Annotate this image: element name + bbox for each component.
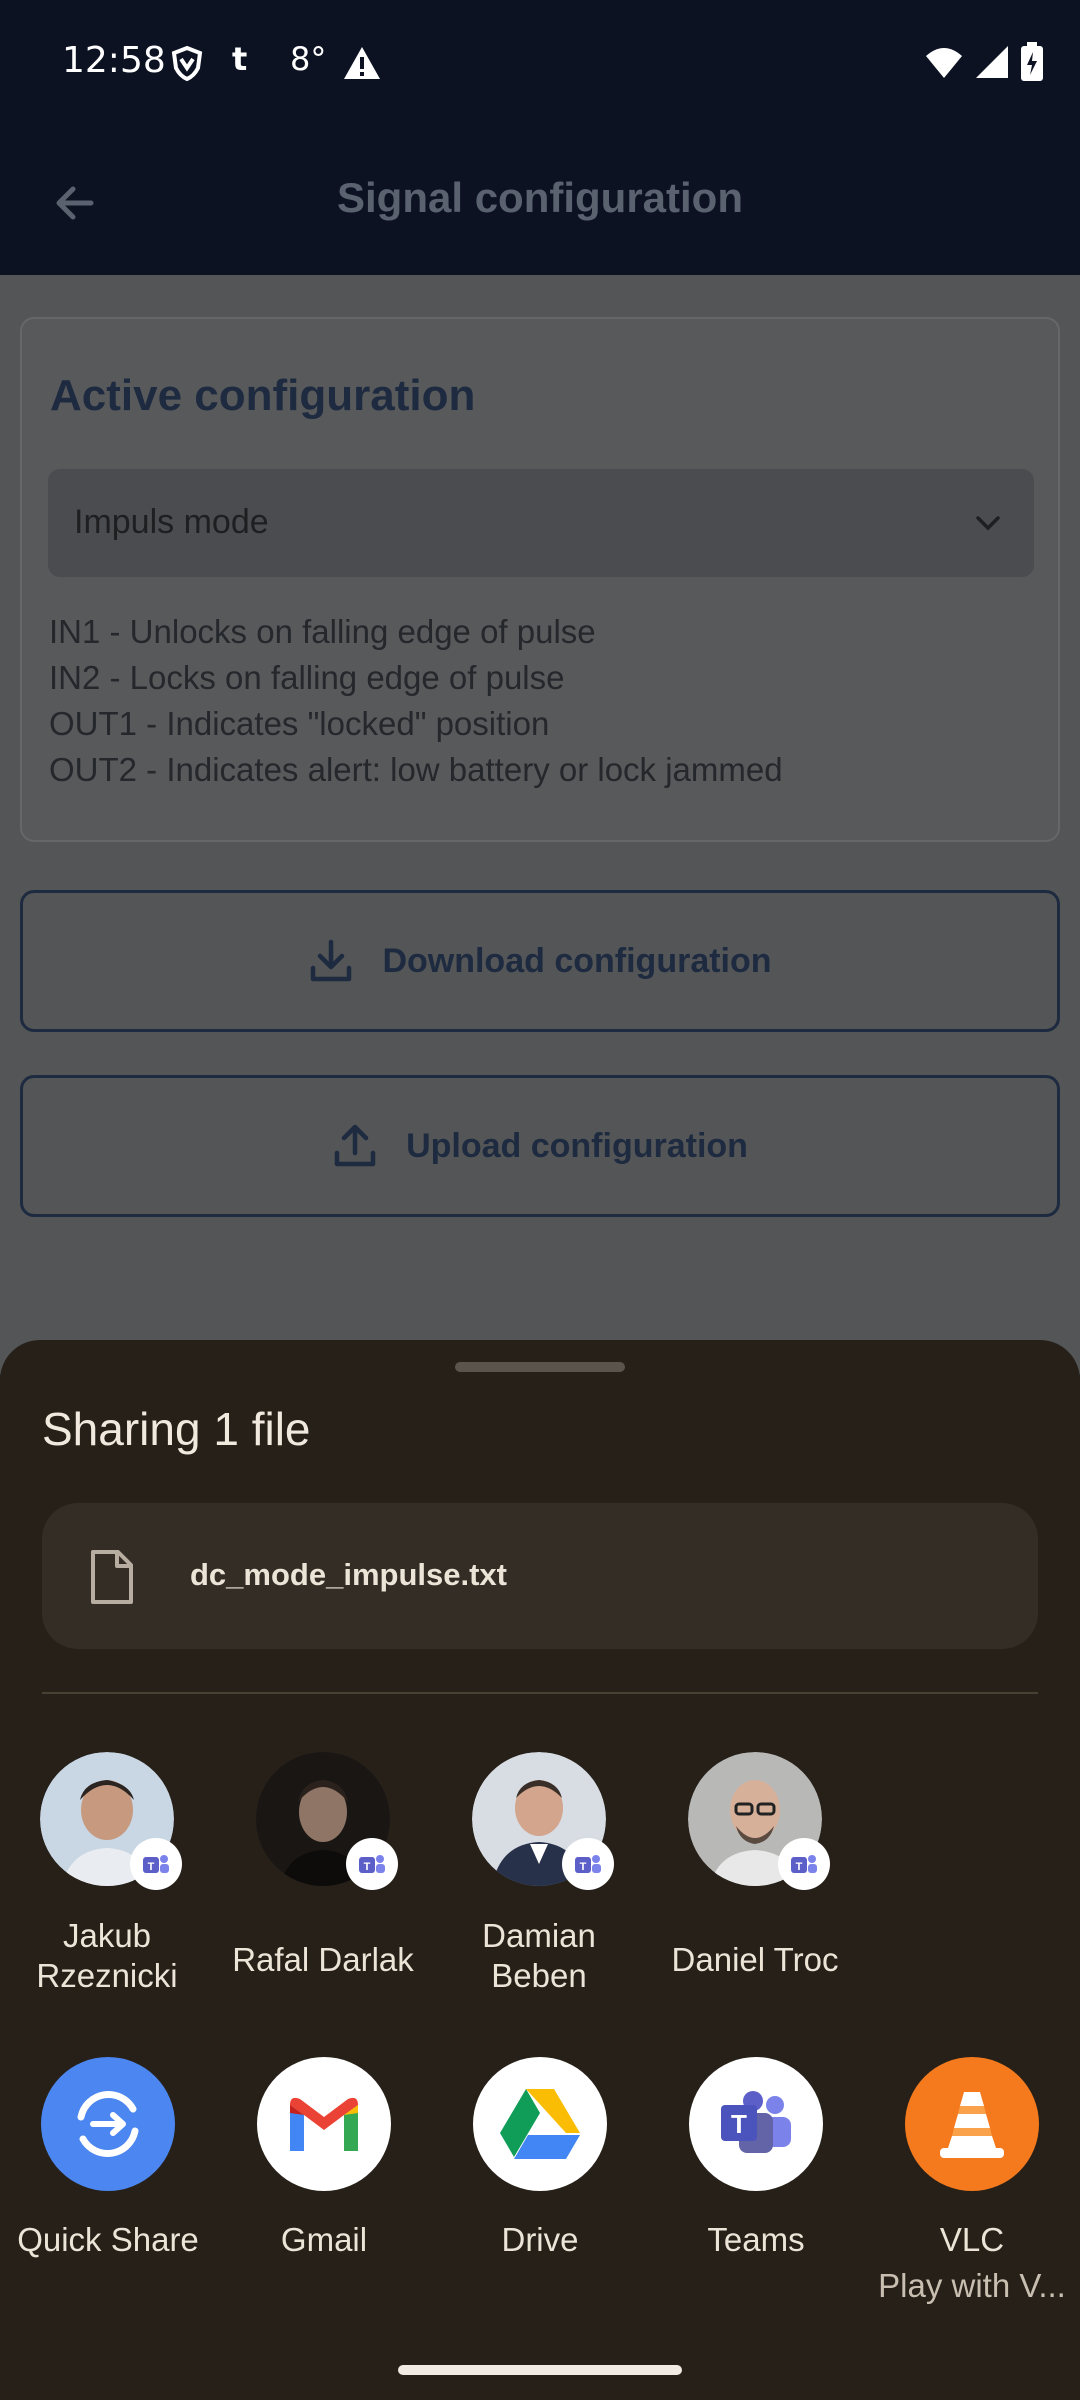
file-name: dc_mode_impulse.txt (190, 1557, 507, 1592)
description-line: OUT1 - Indicates "locked" position (49, 705, 550, 742)
sheet-drag-handle[interactable] (455, 1362, 625, 1372)
download-label: Download configuration (382, 941, 772, 980)
active-config-card: Active configuration Impuls mode IN1 - U… (20, 317, 1060, 842)
svg-text:T: T (796, 1861, 803, 1873)
app-label: Teams (707, 2221, 805, 2258)
teams-badge-icon: T (130, 1838, 182, 1890)
mode-select-value: Impuls mode (74, 503, 269, 541)
download-icon (311, 939, 352, 982)
description-line: IN1 - Unlocks on falling edge of pulse (49, 613, 596, 650)
quick-share-icon (41, 2057, 175, 2191)
shared-file-preview: dc_mode_impulse.txt (42, 1503, 1038, 1649)
app-sublabel: Play with V... (878, 2267, 1066, 2304)
app-label: Gmail (280, 2221, 368, 2258)
avatar: T (256, 1752, 398, 1890)
contact-name: Rafal Darlak (225, 1940, 421, 1980)
app-teams[interactable]: T Teams (651, 2057, 861, 2263)
share-sheet: Sharing 1 file dc_mode_impulse.txt T Jak… (0, 1340, 1080, 2400)
app-bar: Signal configuration (0, 130, 1080, 275)
description-line: IN2 - Locks on falling edge of pulse (49, 659, 565, 696)
share-sheet-title: Sharing 1 file (42, 1403, 311, 1455)
download-configuration-button[interactable]: Download configuration (20, 890, 1060, 1032)
warning-icon (344, 47, 380, 79)
teams-badge-icon: T (778, 1838, 830, 1890)
teams-icon: T (689, 2057, 823, 2191)
chevron-down-icon (976, 516, 1000, 531)
avatar: T (472, 1752, 614, 1890)
divider (42, 1692, 1038, 1694)
temperature: 8° (290, 40, 327, 78)
upload-icon (334, 1124, 376, 1167)
contact-name: Daniel Troc (657, 1940, 853, 1980)
upload-configuration-button[interactable]: Upload configuration (20, 1075, 1060, 1217)
app-label: Drive (501, 2221, 579, 2258)
file-icon (91, 1550, 133, 1604)
app-label: VLC (939, 2221, 1005, 2258)
gesture-navigation-bar[interactable] (398, 2365, 682, 2375)
svg-text:T: T (580, 1861, 587, 1873)
contact-jakub-rzeznicki[interactable]: T Jakub Rzeznicki (9, 1752, 205, 1996)
contact-damian-beben[interactable]: T Damian Beben (441, 1752, 637, 1996)
avatar: T (688, 1752, 830, 1890)
contact-name: Damian Beben (441, 1916, 637, 1996)
app-gmail[interactable]: Gmail (219, 2057, 429, 2263)
svg-text:T: T (364, 1861, 371, 1873)
contact-name: Jakub Rzeznicki (9, 1916, 205, 1996)
gmail-icon (257, 2057, 391, 2191)
teams-badge-icon: T (346, 1838, 398, 1890)
status-time: 12:58 (62, 40, 166, 81)
contact-name-line: Rzeznicki (36, 1957, 178, 1994)
description-line: OUT2 - Indicates alert: low battery or l… (49, 751, 783, 788)
contact-daniel-troc[interactable]: T Daniel Troc (657, 1752, 853, 1980)
t-app-icon: t (232, 40, 248, 78)
app-vlc[interactable]: VLC Play with V... (867, 2057, 1077, 2309)
svg-text:T: T (731, 2109, 747, 2139)
app-label: Quick Share (17, 2221, 199, 2258)
svg-text:T: T (148, 1861, 155, 1873)
config-description: IN1 - Unlocks on falling edge of pulse I… (49, 609, 783, 793)
card-title: Active configuration (50, 371, 476, 420)
contact-name-line: Jakub (62, 1917, 152, 1954)
contact-name-line: Rafal Darlak (232, 1941, 414, 1978)
vlc-icon (905, 2057, 1039, 2191)
upload-label: Upload configuration (406, 1126, 748, 1165)
avatar: T (40, 1752, 182, 1890)
main-content: Active configuration Impuls mode IN1 - U… (0, 275, 1080, 1375)
teams-badge-icon: T (562, 1838, 614, 1890)
contact-name-line: Damian (482, 1917, 596, 1954)
signal-icon (976, 46, 1008, 78)
page-title: Signal configuration (337, 174, 743, 221)
mode-select[interactable]: Impuls mode (48, 469, 1034, 577)
app-drive[interactable]: Drive (435, 2057, 645, 2263)
status-bar: 12:58 t 8° (0, 0, 1080, 130)
contact-name-line: Beben (491, 1957, 587, 1994)
vpn-shield-icon (171, 45, 203, 82)
app-quick-share[interactable]: Quick Share (3, 2057, 213, 2263)
battery-icon (1021, 42, 1043, 81)
wifi-icon (926, 48, 962, 78)
contact-rafal-darlak[interactable]: T Rafal Darlak (225, 1752, 421, 1980)
contact-name-line: Daniel Troc (671, 1941, 839, 1978)
drive-icon (473, 2057, 607, 2191)
